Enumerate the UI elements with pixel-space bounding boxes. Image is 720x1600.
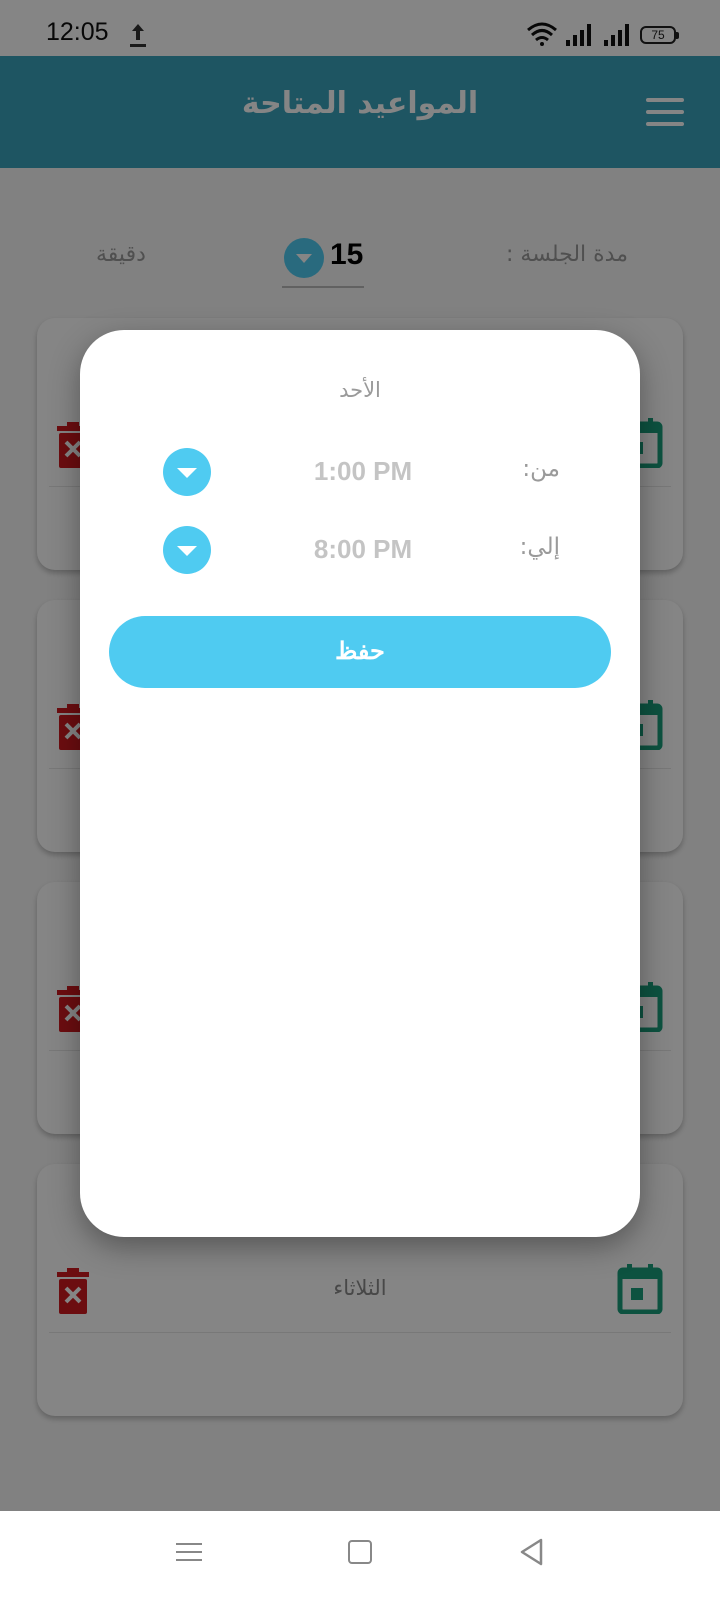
- from-time-value[interactable]: 1:00 PM: [288, 456, 438, 487]
- from-label: من:: [522, 456, 560, 482]
- save-button[interactable]: حفظ: [109, 616, 611, 688]
- back-icon[interactable]: [518, 1537, 544, 1567]
- dropdown-icon[interactable]: [163, 448, 211, 496]
- home-icon[interactable]: [348, 1540, 372, 1564]
- recents-icon[interactable]: [176, 1541, 202, 1563]
- dropdown-icon[interactable]: [163, 526, 211, 574]
- to-time-value[interactable]: 8:00 PM: [288, 534, 438, 565]
- save-button-label: حفظ: [335, 638, 385, 665]
- system-nav-bar: [0, 1511, 720, 1600]
- from-time-row: من: 1:00 PM: [80, 448, 640, 498]
- dialog-day-title: الأحد: [339, 378, 381, 402]
- to-label: إلي:: [519, 534, 560, 560]
- to-time-row: إلي: 8:00 PM: [80, 526, 640, 576]
- time-dialog: الأحد من: 1:00 PM إلي: 8:00 PM حفظ: [80, 330, 640, 1237]
